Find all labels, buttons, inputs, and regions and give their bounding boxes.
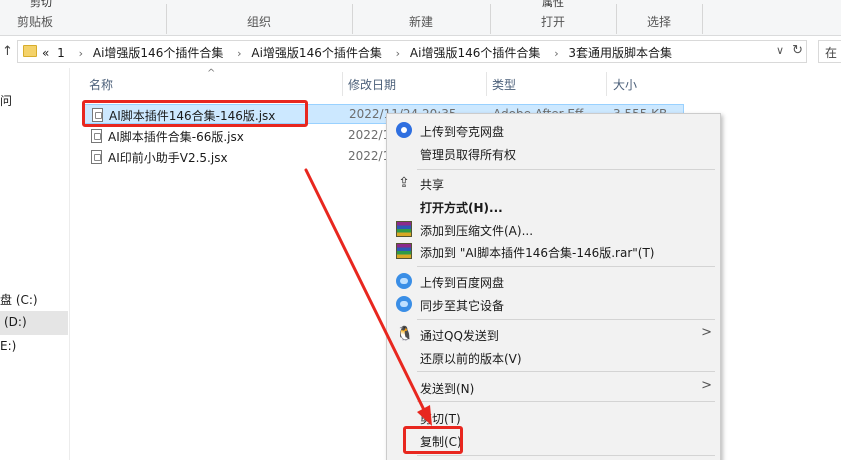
menu-separator (417, 169, 715, 170)
file-name: AI印前小助手V2.5.jsx (108, 151, 228, 165)
menu-separator (417, 455, 715, 456)
annotation-highlight-copy (403, 426, 463, 454)
menu-item-label: 上传到百度网盘 (420, 276, 505, 290)
sort-ascending-icon: ^ (207, 68, 216, 79)
submenu-chevron-icon: > (701, 378, 712, 393)
column-divider[interactable] (606, 72, 607, 96)
folder-icon (23, 45, 37, 57)
context-menu: 上传到夸克网盘 管理员取得所有权 ⇪ 共享 打开方式(H)... 添加到压缩文件… (386, 113, 721, 460)
menu-item-label: 添加到 "AI脚本插件146合集-146版.rar"(T) (420, 246, 655, 260)
breadcrumb-overflow[interactable]: « (42, 46, 49, 60)
menu-item-send-to[interactable]: 发送到(N) > (387, 376, 720, 398)
breadcrumb-separator-icon[interactable]: › (237, 47, 241, 60)
baidu-cloud-icon (396, 296, 412, 312)
new-group-label: 新建 (408, 15, 433, 29)
winrar-icon (396, 243, 412, 259)
menu-item-label: 通过QQ发送到 (420, 329, 499, 343)
file-name: AI脚本插件合集-66版.jsx (108, 130, 244, 144)
menu-item-label: 共享 (420, 178, 445, 192)
menu-item-label: 还原以前的版本(V) (420, 352, 522, 366)
column-header-size[interactable]: 大小 (613, 76, 637, 93)
nav-item[interactable]: 问 (0, 88, 68, 112)
menu-item-upload-quark[interactable]: 上传到夸克网盘 (387, 119, 720, 141)
breadcrumb-item[interactable]: Ai增强版146个插件合集 (93, 46, 223, 60)
baidu-cloud-icon (396, 273, 412, 289)
breadcrumb-item-current[interactable]: 3套通用版脚本合集 (568, 46, 672, 60)
menu-item-label: 同步至其它设备 (420, 299, 505, 313)
address-dropdown-icon[interactable]: ∨ (776, 44, 784, 57)
menu-item-add-rar[interactable]: 添加到 "AI脚本插件146合集-146版.rar"(T) (387, 240, 720, 262)
menu-separator (417, 319, 715, 320)
submenu-chevron-icon: > (701, 325, 712, 340)
menu-item-label: 剪切(T) (420, 412, 461, 426)
menu-separator (417, 266, 715, 267)
menu-item-label: 打开方式(H)... (420, 201, 503, 215)
address-row: ↑ « 1 › Ai增强版146个插件合集 › Ai增强版146个插件合集 › … (0, 36, 841, 68)
open-group: 属性 打开 (490, 0, 616, 36)
breadcrumb-separator-icon[interactable]: › (79, 47, 83, 60)
qq-penguin-icon: 🐧 (396, 326, 414, 342)
up-arrow-icon[interactable]: ↑ (2, 44, 13, 59)
properties-ribbon-button[interactable]: 属性 (542, 0, 564, 10)
file-date: 2022/1 (348, 128, 391, 142)
address-bar[interactable]: « 1 › Ai增强版146个插件合集 › Ai增强版146个插件合集 › Ai… (17, 40, 807, 63)
nav-item-drive-d[interactable]: (D:) (0, 311, 68, 335)
new-group: 新建 (352, 0, 490, 36)
menu-item-open-with[interactable]: 打开方式(H)... (387, 195, 720, 217)
menu-item-restore-versions[interactable]: 还原以前的版本(V) (387, 346, 720, 368)
pane-divider[interactable] (69, 68, 70, 460)
menu-item-share[interactable]: ⇪ 共享 (387, 172, 720, 194)
menu-item-cut[interactable]: 剪切(T) (387, 406, 720, 428)
cut-ribbon-button[interactable]: 剪切 (30, 0, 52, 10)
clipboard-group: 剪切 剪贴板 (0, 0, 70, 36)
jsx-file-icon (91, 150, 102, 164)
nav-item-drive-e[interactable]: E:) (0, 335, 68, 359)
breadcrumb-item[interactable]: 1 (57, 46, 65, 60)
share-icon: ⇪ (398, 175, 410, 191)
breadcrumb-separator-icon[interactable]: › (396, 47, 400, 60)
file-date: 2022/1 (348, 149, 391, 163)
menu-item-label: 发送到(N) (420, 382, 475, 396)
menu-separator (417, 401, 715, 402)
menu-item-upload-baidu[interactable]: 上传到百度网盘 (387, 270, 720, 292)
menu-item-label: 添加到压缩文件(A)... (420, 224, 534, 238)
select-group: 选择 (616, 0, 702, 36)
organize-group: 组织 (166, 0, 352, 36)
breadcrumb-separator-icon[interactable]: › (554, 47, 558, 60)
quark-cloud-icon (396, 122, 412, 138)
menu-item-sync-devices[interactable]: 同步至其它设备 (387, 293, 720, 315)
search-input[interactable]: 在 (818, 40, 841, 63)
menu-item-take-ownership[interactable]: 管理员取得所有权 (387, 142, 720, 164)
jsx-file-icon (91, 129, 102, 143)
ribbon: 剪切 剪贴板 组织 新建 属性 打开 选择 (0, 0, 841, 36)
breadcrumb-item[interactable]: Ai增强版146个插件合集 (251, 46, 381, 60)
refresh-icon[interactable]: ↻ (792, 43, 803, 58)
nav-item-drive-c[interactable]: 盘 (C:) (0, 287, 68, 311)
clipboard-group-label: 剪贴板 (16, 15, 53, 29)
menu-separator (417, 371, 715, 372)
navigation-pane: 问 盘 (C:) (D:) E:) (0, 68, 68, 460)
column-header-date[interactable]: 修改日期 (348, 76, 396, 93)
menu-item-add-archive[interactable]: 添加到压缩文件(A)... (387, 218, 720, 240)
column-divider[interactable] (486, 72, 487, 96)
organize-group-label: 组织 (246, 15, 271, 29)
column-header-type[interactable]: 类型 (492, 76, 516, 93)
column-header-name[interactable]: 名称 (89, 76, 113, 93)
menu-item-label: 管理员取得所有权 (420, 148, 517, 162)
menu-item-label: 上传到夸克网盘 (420, 125, 505, 139)
column-divider[interactable] (342, 72, 343, 96)
menu-item-send-qq[interactable]: 🐧 通过QQ发送到 > (387, 323, 720, 345)
ribbon-divider (702, 4, 703, 34)
winrar-icon (396, 221, 412, 237)
annotation-highlight-file (82, 100, 308, 127)
select-group-label: 选择 (646, 15, 671, 29)
breadcrumb-item[interactable]: Ai增强版146个插件合集 (410, 46, 540, 60)
open-group-label: 打开 (540, 15, 565, 29)
breadcrumb: « 1 › Ai增强版146个插件合集 › Ai增强版146个插件合集 › Ai… (42, 44, 676, 61)
